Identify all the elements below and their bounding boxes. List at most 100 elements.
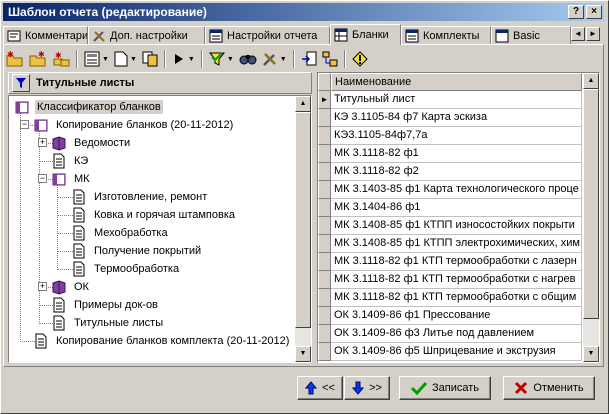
table-cell-name[interactable]: МК 3.1118-82 ф2 [331, 163, 582, 181]
tab-comment[interactable]: Комментарий [3, 26, 88, 44]
column-header-name[interactable]: Наименование [331, 73, 582, 91]
row-indicator[interactable] [318, 127, 331, 145]
info-button[interactable] [350, 48, 370, 70]
row-indicator[interactable] [318, 343, 331, 361]
row-indicator[interactable] [318, 109, 331, 127]
add-subfolder-button[interactable]: ✱ [27, 48, 49, 70]
table-row[interactable]: ОК 3.1409-86 ф5 Шприцевание и экструзия [318, 343, 582, 361]
scroll-thumb[interactable] [295, 112, 311, 328]
table-cell-name[interactable]: МК 3.1118-82 ф1 КТП термообработки с лаз… [331, 253, 582, 271]
tree-node[interactable]: Ковка и горячая штамповка [71, 206, 237, 224]
cancel-button[interactable]: Отменить [503, 376, 595, 400]
add-item-button[interactable]: ✱ [50, 48, 72, 70]
tree-vertical-scrollbar[interactable]: ▲ ▼ [295, 96, 311, 362]
table-row[interactable]: МК 3.1118-82 ф2 [318, 163, 582, 181]
table-row[interactable]: МК 3.1118-82 ф1 КТП термообработки с наг… [318, 271, 582, 289]
table-row[interactable]: ОК 3.1409-86 ф1 Прессование [318, 307, 582, 325]
list-dropdown-button[interactable]: ▼ [82, 48, 111, 70]
tree-node[interactable]: Получение покрытий [71, 242, 203, 260]
move-up-button[interactable]: << [297, 376, 343, 400]
page-dropdown-button[interactable]: ▼ [112, 48, 139, 70]
table-row[interactable]: МК 3.1118-82 ф1 КТП термообработки с общ… [318, 289, 582, 307]
tools-dropdown-button[interactable]: ▼ [260, 48, 289, 70]
expand-toggle[interactable]: + [38, 282, 47, 291]
table-row[interactable]: ► Титульный лист [318, 91, 582, 109]
scroll-down-button[interactable]: ▼ [295, 346, 311, 362]
run-dropdown-button[interactable]: ▼ [170, 48, 197, 70]
forms-tree[interactable]: Классификатор бланков Копирование бланков… [8, 95, 312, 363]
row-indicator[interactable] [318, 307, 331, 325]
table-row[interactable]: КЭ3.1105-84ф7,7а [318, 127, 582, 145]
tree-node[interactable]: Классификатор бланков [14, 98, 163, 116]
row-indicator[interactable] [318, 235, 331, 253]
row-indicator[interactable] [318, 325, 331, 343]
scroll-down-button[interactable]: ▼ [583, 346, 599, 362]
copy-button[interactable] [140, 48, 160, 70]
row-indicator[interactable] [318, 217, 331, 235]
find-button[interactable] [237, 48, 259, 70]
grid-vertical-scrollbar[interactable]: ▲ ▼ [583, 73, 599, 362]
table-row[interactable]: МК 3.1404-86 ф1 [318, 199, 582, 217]
table-cell-name[interactable]: МК 3.1408-85 ф1 КТПП электрохимических, … [331, 235, 582, 253]
table-row[interactable]: МК 3.1118-82 ф1 КТП термообработки с лаз… [318, 253, 582, 271]
table-row[interactable]: МК 3.1408-85 ф1 КТПП износостойких покры… [318, 217, 582, 235]
table-cell-name[interactable]: МК 3.1403-85 ф1 Карта технологического п… [331, 181, 582, 199]
help-button[interactable]: ? [568, 5, 584, 19]
tab-extra-settings[interactable]: Доп. настройки [88, 26, 205, 44]
row-indicator[interactable] [318, 271, 331, 289]
filter-toggle-button[interactable] [12, 74, 30, 92]
row-indicator[interactable] [318, 181, 331, 199]
row-indicator[interactable] [318, 145, 331, 163]
close-button[interactable]: × [586, 5, 602, 19]
collapse-toggle[interactable]: − [20, 120, 29, 129]
save-button[interactable]: Записать [399, 376, 491, 400]
tree-button[interactable] [320, 48, 340, 70]
add-folder-button[interactable]: ✱ [4, 48, 26, 70]
row-indicator[interactable] [318, 253, 331, 271]
scroll-up-button[interactable]: ▲ [583, 73, 599, 89]
tree-node[interactable]: Примеры док-ов [51, 296, 160, 314]
tree-node[interactable]: КЭ [51, 152, 90, 170]
tree-node[interactable]: Ведомости [51, 134, 132, 152]
export-button[interactable] [299, 48, 319, 70]
table-cell-name[interactable]: МК 3.1408-85 ф1 КТПП износостойких покры… [331, 217, 582, 235]
table-cell-name[interactable]: КЭ 3.1105-84 ф7 Карта эскиза [331, 109, 582, 127]
table-row[interactable]: МК 3.1408-85 ф1 КТПП электрохимических, … [318, 235, 582, 253]
tab-scroll-right-button[interactable]: ► [586, 27, 600, 41]
expand-toggle[interactable]: + [38, 138, 47, 147]
table-cell-name[interactable]: ОК 3.1409-86 ф3 Литье под давлением [331, 325, 582, 343]
table-cell-name[interactable]: МК 3.1404-86 ф1 [331, 199, 582, 217]
tree-node[interactable]: ОК [51, 278, 91, 296]
table-cell-name[interactable]: МК 3.1118-82 ф1 КТП термообработки с общ… [331, 289, 582, 307]
table-row[interactable]: МК 3.1403-85 ф1 Карта технологического п… [318, 181, 582, 199]
tab-scroll-left-button[interactable]: ◄ [571, 27, 585, 41]
scroll-up-button[interactable]: ▲ [295, 96, 311, 112]
table-cell-name[interactable]: ОК 3.1409-86 ф1 Прессование [331, 307, 582, 325]
tree-node[interactable]: Копирование бланков (20-11-2012) [33, 116, 235, 134]
row-indicator[interactable] [318, 289, 331, 307]
table-cell-name[interactable]: Титульный лист [331, 91, 582, 109]
tab-sets[interactable]: Комплекты [401, 26, 491, 44]
tree-node[interactable]: Копирование бланков комплекта (20-11-201… [33, 332, 291, 350]
table-cell-name[interactable]: МК 3.1118-82 ф1 КТП термообработки с наг… [331, 271, 582, 289]
row-indicator[interactable] [318, 199, 331, 217]
tree-node[interactable]: Мехобработка [71, 224, 170, 242]
move-down-button[interactable]: >> [344, 376, 390, 400]
table-row[interactable]: ОК 3.1409-86 ф3 Литье под давлением [318, 325, 582, 343]
tab-report-settings[interactable]: Настройки отчета [205, 26, 330, 44]
row-indicator[interactable] [318, 163, 331, 181]
table-cell-name[interactable]: ОК 3.1409-86 ф5 Шприцевание и экструзия [331, 343, 582, 361]
collapse-toggle[interactable]: − [38, 174, 47, 183]
tree-node[interactable]: Титульные листы [51, 314, 165, 332]
table-row[interactable]: КЭ 3.1105-84 ф7 Карта эскиза [318, 109, 582, 127]
tree-node[interactable]: Изготовление, ремонт [71, 188, 209, 206]
table-cell-name[interactable]: КЭ3.1105-84ф7,7а [331, 127, 582, 145]
tree-node[interactable]: МК [51, 170, 92, 188]
row-indicator[interactable]: ► [318, 91, 331, 109]
table-row[interactable]: МК 3.1118-82 ф1 [318, 145, 582, 163]
tab-basic[interactable]: Basic [491, 26, 571, 44]
table-cell-name[interactable]: МК 3.1118-82 ф1 [331, 145, 582, 163]
scroll-thumb[interactable] [583, 89, 599, 319]
tab-forms[interactable]: Бланки [330, 24, 401, 45]
tree-node[interactable]: Термообработка [71, 260, 181, 278]
